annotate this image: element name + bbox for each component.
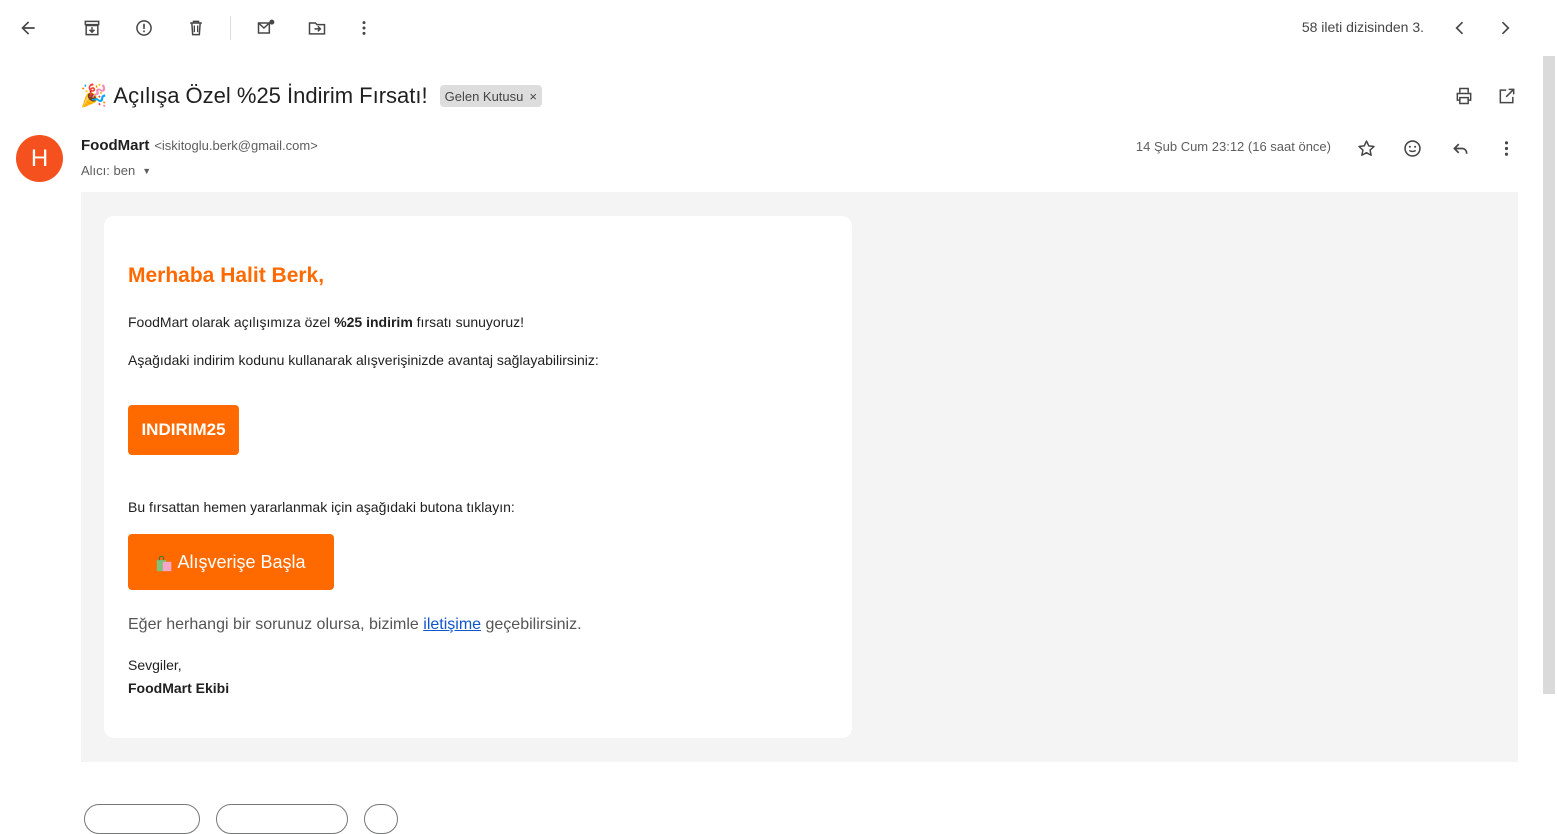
scrollbar[interactable] bbox=[1543, 56, 1555, 694]
chevron-left-icon[interactable] bbox=[1440, 8, 1480, 48]
signature: FoodMart Ekibi bbox=[128, 680, 230, 696]
back-arrow-icon[interactable] bbox=[8, 8, 48, 48]
email-card: Merhaba Halit Berk, FoodMart olarak açıl… bbox=[104, 216, 852, 738]
toolbar: 58 ileti dizisinden 3. bbox=[0, 0, 1540, 56]
contact-text: Eğer herhangi bir sorunuz olursa, biziml… bbox=[128, 616, 424, 633]
subject-emoji: 🎉 bbox=[80, 83, 108, 108]
open-new-window-icon[interactable] bbox=[1487, 78, 1527, 114]
chevron-right-icon[interactable] bbox=[1485, 8, 1525, 48]
contact-paragraph: Eğer herhangi bir sorunuz olursa, biziml… bbox=[128, 616, 582, 634]
email-greeting: Merhaba Halit Berk, bbox=[128, 264, 325, 287]
intro-text-end: fırsatı sunuyoruz! bbox=[412, 314, 525, 330]
label-chip-inbox: Gelen Kutusu × bbox=[439, 85, 542, 107]
start-shopping-button[interactable]: Alışverişe Başla bbox=[128, 534, 334, 590]
print-icon[interactable] bbox=[1444, 78, 1484, 114]
reply-icon[interactable] bbox=[1440, 128, 1480, 168]
report-spam-icon[interactable] bbox=[124, 8, 164, 48]
archive-icon[interactable] bbox=[72, 8, 112, 48]
sender-email: <iskitoglu.berk@gmail.com> bbox=[154, 138, 318, 153]
discount-code: INDIRIM25 bbox=[128, 405, 239, 455]
email-subject: Açılışa Özel %25 İndirim Fırsatı! bbox=[113, 83, 428, 108]
more-vert-icon[interactable] bbox=[344, 8, 384, 48]
discount-highlight: %25 indirim bbox=[334, 314, 413, 330]
recipient-details-toggle[interactable]: Alıcı: ben ▼ bbox=[81, 163, 151, 178]
closing-text: Sevgiler, bbox=[128, 657, 182, 673]
star-icon[interactable] bbox=[1346, 128, 1386, 168]
sender-row: FoodMart <iskitoglu.berk@gmail.com> bbox=[81, 137, 318, 154]
sender-name[interactable]: FoodMart bbox=[81, 137, 149, 154]
delete-icon[interactable] bbox=[176, 8, 216, 48]
pager-text: 58 ileti dizisinden 3. bbox=[1301, 19, 1424, 35]
caret-down-icon: ▼ bbox=[142, 165, 152, 176]
emoji-reaction-icon[interactable] bbox=[1392, 128, 1432, 168]
recipient-text: Alıcı: ben bbox=[81, 163, 136, 178]
intro-text: FoodMart olarak açılışımıza özel bbox=[128, 314, 335, 330]
avatar[interactable]: H bbox=[16, 135, 63, 182]
subject-row: 🎉 Açılışa Özel %25 İndirim Fırsatı! Gele… bbox=[80, 78, 542, 114]
message-more-icon[interactable] bbox=[1486, 128, 1526, 168]
label-remove-icon[interactable]: × bbox=[529, 89, 537, 104]
code-instruction: Aşağıdaki indirim kodunu kullanarak alış… bbox=[128, 352, 599, 368]
label-chip-text: Gelen Kutusu bbox=[444, 88, 524, 104]
move-to-icon[interactable] bbox=[297, 8, 337, 48]
shopping-bags-icon bbox=[157, 555, 172, 571]
message-date: 14 Şub Cum 23:12 (16 saat önce) bbox=[1135, 139, 1331, 154]
cta-instruction: Bu fırsattan hemen yararlanmak için aşağ… bbox=[128, 499, 515, 515]
contact-text-end: geçebilirsiniz. bbox=[481, 616, 582, 633]
toolbar-divider bbox=[230, 16, 231, 40]
contact-link[interactable]: iletişime bbox=[423, 616, 481, 633]
intro-paragraph: FoodMart olarak açılışımıza özel %25 ind… bbox=[128, 314, 524, 330]
start-shopping-label: Alışverişe Başla bbox=[177, 551, 306, 572]
mark-unread-icon[interactable] bbox=[246, 8, 286, 48]
